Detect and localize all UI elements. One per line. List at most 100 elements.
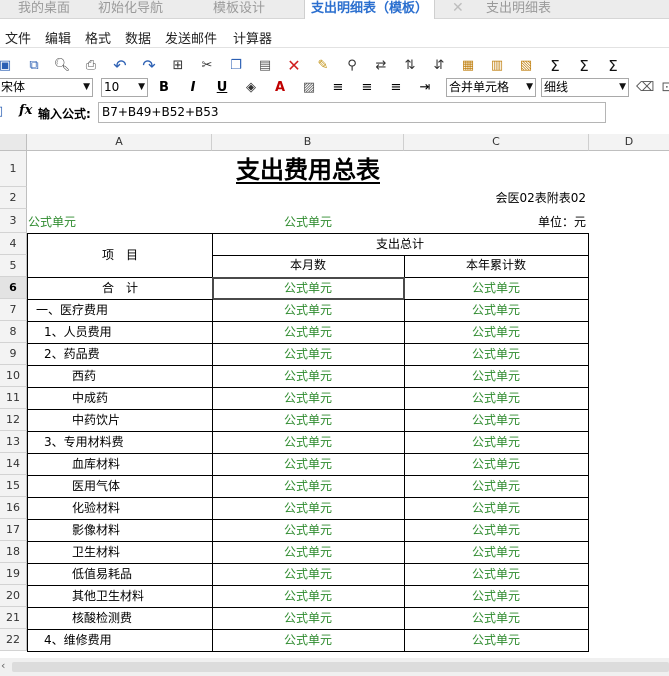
paste-icon[interactable]: ▤ (256, 57, 274, 75)
print-preview-icon[interactable]: 🔍︎ (53, 57, 71, 75)
item-label[interactable]: 4、维修费用 (27, 629, 213, 652)
item-label[interactable]: 西药 (27, 365, 213, 388)
formula-cell-month[interactable]: 公式单元 (212, 277, 405, 300)
tab-template-design[interactable]: 模板设计 (213, 0, 265, 19)
underline-button[interactable]: U (213, 79, 231, 97)
italic-button[interactable]: I (184, 79, 202, 97)
sort-asc-icon[interactable]: ⇅ (401, 57, 419, 75)
border-style-select[interactable]: 细线 ▼ (541, 78, 629, 97)
fill-color-icon[interactable]: ◈ (242, 79, 260, 97)
insert-row-icon[interactable]: ▦ (459, 57, 477, 75)
eraser-icon[interactable]: ⌫ (636, 79, 654, 97)
cut-icon[interactable]: ✂ (198, 57, 216, 75)
fx-icon[interactable]: fx (19, 103, 32, 118)
row-header[interactable]: 4 (0, 233, 27, 255)
formula-cell-year[interactable]: 公式单元 (404, 277, 589, 300)
item-label[interactable]: 化验材料 (27, 497, 213, 520)
formula-cell-month[interactable]: 公式单元 (212, 541, 405, 564)
item-label[interactable]: 中成药 (27, 387, 213, 410)
copy-icon[interactable]: ❐ (227, 57, 245, 75)
replace-icon[interactable]: ⇄ (372, 57, 390, 75)
formula-cell-year[interactable]: 公式单元 (404, 365, 589, 388)
item-label[interactable]: 低值易耗品 (27, 563, 213, 586)
formula-cell-b3[interactable]: 公式单元 (212, 209, 404, 233)
align-left-icon[interactable]: ≡ (329, 79, 347, 97)
formula-cell-year[interactable]: 公式单元 (404, 629, 589, 652)
row-header[interactable]: 19 (0, 563, 27, 585)
column-header-d[interactable]: D (589, 134, 669, 151)
row-header[interactable]: 8 (0, 321, 27, 343)
scroll-left-icon[interactable]: ‹ (1, 659, 5, 672)
row-header[interactable]: 15 (0, 475, 27, 497)
formula-cell-month[interactable]: 公式单元 (212, 563, 405, 586)
row-header[interactable]: 20 (0, 585, 27, 607)
item-label[interactable]: 中药饮片 (27, 409, 213, 432)
menu-file[interactable]: 文件 (5, 28, 31, 47)
row-header[interactable]: 9 (0, 343, 27, 365)
item-label[interactable]: 影像材料 (27, 519, 213, 542)
align-center-icon[interactable]: ≡ (358, 79, 376, 97)
item-label[interactable]: 血库材料 (27, 453, 213, 476)
formula-cell-a3[interactable]: 公式单元 (28, 209, 212, 233)
row-header[interactable]: 16 (0, 497, 27, 519)
paste-special-icon[interactable]: ▥ (488, 57, 506, 75)
save-as-icon[interactable]: ⧉ (25, 57, 43, 75)
horizontal-scrollbar[interactable]: ‹ (0, 658, 669, 676)
menu-data[interactable]: 数据 (125, 28, 151, 47)
formula-cell-month[interactable]: 公式单元 (212, 585, 405, 608)
tab-my-desktop[interactable]: 我的桌面 (18, 0, 70, 19)
select-all-icon[interactable]: ⊞ (169, 57, 187, 75)
font-size-select[interactable]: 10 ▼ (101, 78, 148, 97)
scrollbar-thumb[interactable] (12, 662, 669, 672)
font-family-select[interactable]: 宋体 ▼ (0, 78, 93, 97)
column-header-c[interactable]: C (404, 134, 589, 151)
align-right-icon[interactable]: ≡ (387, 79, 405, 97)
row-header[interactable]: 3 (0, 209, 27, 233)
row-header[interactable]: 12 (0, 409, 27, 431)
formula-cell-year[interactable]: 公式单元 (404, 431, 589, 454)
row-header[interactable]: 21 (0, 607, 27, 629)
sum-col-icon[interactable]: Σ (604, 57, 622, 75)
formula-cell-year[interactable]: 公式单元 (404, 607, 589, 630)
row-header[interactable]: 10 (0, 365, 27, 387)
item-label[interactable]: 卫生材料 (27, 541, 213, 564)
formula-cell-year[interactable]: 公式单元 (404, 475, 589, 498)
formula-cell-year[interactable]: 公式单元 (404, 409, 589, 432)
formula-cell-year[interactable]: 公式单元 (404, 563, 589, 586)
row-header[interactable]: 17 (0, 519, 27, 541)
formula-cell-year[interactable]: 公式单元 (404, 541, 589, 564)
formula-cell-year[interactable]: 公式单元 (404, 387, 589, 410)
item-label[interactable]: 2、药品费 (27, 343, 213, 366)
close-icon[interactable]: ✕ (452, 0, 464, 16)
format-painter-icon[interactable]: ✎ (314, 57, 332, 75)
bold-button[interactable]: B (155, 79, 173, 97)
row-header-selected[interactable]: 6 (0, 277, 27, 299)
indent-icon[interactable]: ⇥ (416, 79, 434, 97)
row-header[interactable]: 7 (0, 299, 27, 321)
formula-cell-year[interactable]: 公式单元 (404, 519, 589, 542)
item-label[interactable]: 3、专用材料费 (27, 431, 213, 454)
formula-cell-month[interactable]: 公式单元 (212, 387, 405, 410)
item-label[interactable]: 1、人员费用 (27, 321, 213, 344)
menu-send-mail[interactable]: 发送邮件 (165, 28, 217, 47)
item-label[interactable]: 其他卫生材料 (27, 585, 213, 608)
formula-cell-month[interactable]: 公式单元 (212, 607, 405, 630)
formula-cell-year[interactable]: 公式单元 (404, 585, 589, 608)
merge-select[interactable]: 合并单元格 ▼ (446, 78, 536, 97)
delete-icon[interactable]: ✕ (285, 57, 303, 75)
tab-init-nav[interactable]: 初始化导航 (98, 0, 163, 19)
formula-cell-month[interactable]: 公式单元 (212, 343, 405, 366)
tab-expense-detail[interactable]: 支出明细表 (486, 0, 551, 19)
row-header[interactable]: 22 (0, 629, 27, 651)
item-label[interactable]: 合 计 (27, 277, 213, 300)
formula-cell-month[interactable]: 公式单元 (212, 431, 405, 454)
sum-icon[interactable]: Σ (546, 57, 564, 75)
row-header[interactable]: 13 (0, 431, 27, 453)
row-header[interactable]: 1 (0, 151, 27, 187)
paste-values-icon[interactable]: ▧ (517, 57, 535, 75)
row-header[interactable]: 11 (0, 387, 27, 409)
row-header[interactable]: 5 (0, 255, 27, 277)
print-icon[interactable]: ⎙ (82, 57, 100, 75)
cell-style-icon[interactable]: ▨ (300, 79, 318, 97)
column-header-b[interactable]: B (212, 134, 404, 151)
